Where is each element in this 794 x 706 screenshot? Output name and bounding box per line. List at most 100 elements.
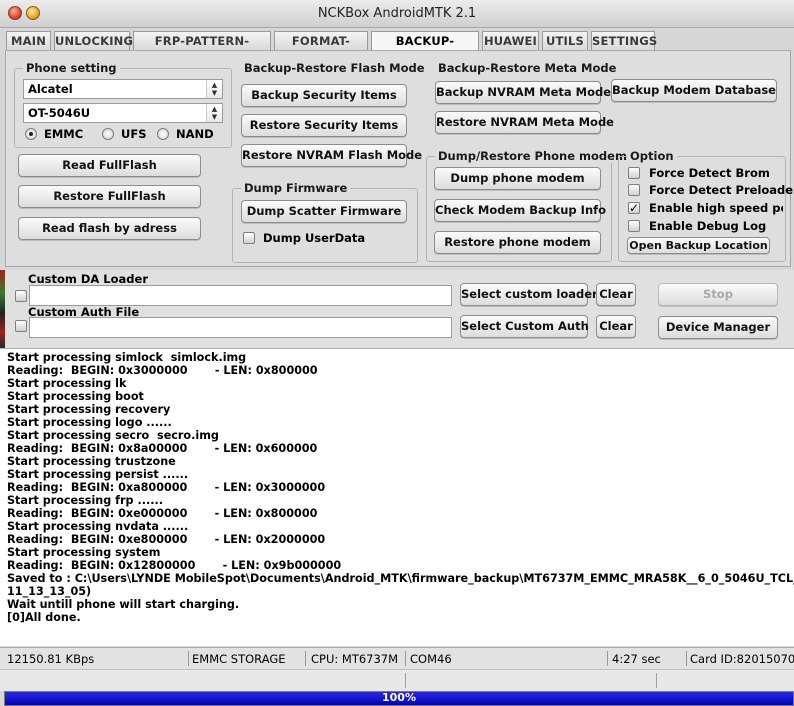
radio-nand[interactable] [157,128,169,140]
side-decoration [0,270,5,348]
dump-firmware-group: Dump Firmware Dump Scatter Firmware Dump… [232,181,418,263]
clear-auth-file-button[interactable]: Clear [596,315,636,338]
phone-modem-group: Dump/Restore Phone modem Dump phone mode… [426,149,630,262]
phone-modem-label: Dump/Restore Phone modem [435,149,630,163]
backup-nvram-meta-button[interactable]: Backup NVRAM Meta Mode [435,81,611,104]
window-title: NCKBox AndroidMTK 2.1 [317,6,477,21]
tab-huawei[interactable]: HUAWEI [482,31,539,50]
open-backup-location-button[interactable]: Open Backup Location [627,237,770,254]
status-separator [405,651,406,666]
tab-utils[interactable]: UTILS [542,31,588,50]
radio-ufs[interactable] [102,128,114,140]
check-modem-backup-info-button[interactable]: Check Modem Backup Info [434,199,606,222]
enable-high-speed-port-label: Enable high speed port [649,201,783,215]
tab-format-reset[interactable]: FORMAT-RESET [274,31,368,66]
progress-bar: 100% [4,691,794,706]
meta-mode-label: Backup-Restore Meta Mode [435,61,620,75]
log-line: Start processing simlock simlock.img [7,351,247,364]
custom-da-loader-checkbox[interactable] [15,290,27,302]
option-label: Option [627,149,677,163]
radio-nand-label: NAND [176,127,214,141]
backup-modem-database-button[interactable]: Backup Modem Database [611,79,777,102]
flash-mode-label: Backup-Restore Flash Mode [241,61,428,75]
log-line: Wait untill phone will start charging. [7,598,240,611]
meta-mode-group: Backup-Restore Meta Mode Backup NVRAM Me… [426,61,784,148]
clear-da-loader-button[interactable]: Clear [596,283,636,306]
dump-userdata-checkbox[interactable] [243,232,255,244]
log-line: Saved to : C:\Users\LYNDE MobileSpot\Doc… [7,572,794,585]
radio-ufs-label: UFS [121,127,147,141]
log-line: Start processing logo ...... [7,416,172,429]
log-output[interactable]: Start processing simlock simlock.img Read… [0,348,794,646]
elapsed-time: 4:27 sec [612,652,661,666]
title-bar: NCKBox AndroidMTK 2.1 [0,0,794,28]
status-separator [686,651,687,666]
restore-security-items-button[interactable]: Restore Security Items [241,114,407,137]
brand-select[interactable]: Alcatel ▲ ▼ [23,79,223,99]
read-flash-by-address-button[interactable]: Read flash by adress [18,217,201,240]
log-line: Start processing recovery [7,403,171,416]
restore-phone-modem-button[interactable]: Restore phone modem [434,231,601,254]
select-arrows-icon: ▲ ▼ [206,104,222,122]
restore-fullflash-button[interactable]: Restore FullFlash [18,185,201,208]
tab-frp-pattern-privacy[interactable]: FRP-PATTERN-PRIVACY [133,31,271,66]
com-port: COM46 [410,652,452,666]
force-detect-preloader-checkbox[interactable] [628,184,640,196]
log-line: Reading: BEGIN: 0xe800000 - LEN: 0x20000… [7,533,326,546]
dump-scatter-firmware-button[interactable]: Dump Scatter Firmware [241,200,407,223]
storage-type: EMMC STORAGE [192,652,286,666]
device-manager-button[interactable]: Device Manager [658,316,778,339]
tab-unlocking[interactable]: UNLOCKING [54,31,133,50]
status-separator [305,651,306,666]
model-select[interactable]: OT-5046U ▲ ▼ [23,103,223,123]
restore-nvram-meta-button[interactable]: Restore NVRAM Meta Mode [435,111,614,134]
tab-backup-restore[interactable]: BACKUP-RESTORE [371,31,479,66]
read-fullflash-button[interactable]: Read FullFlash [18,154,201,177]
restore-nvram-flash-mode-button[interactable]: Restore NVRAM Flash Mode [241,144,422,167]
select-custom-loader-button[interactable]: Select custom loader [460,283,598,306]
enable-debug-log-label: Enable Debug Log [649,219,767,233]
backup-security-items-button[interactable]: Backup Security Items [241,84,407,107]
secondary-status-bar [0,669,794,691]
select-arrows-icon: ▲ ▼ [206,80,222,98]
log-line: Reading: BEGIN: 0x12800000 - LEN: 0x9b00… [7,559,342,572]
tab-main[interactable]: MAIN [6,31,51,50]
phone-setting-group: Phone setting Alcatel ▲ ▼ OT-5046U ▲ ▼ EMM… [14,61,232,148]
enable-high-speed-port-checkbox[interactable]: ✓ [628,202,640,214]
log-line: Reading: BEGIN: 0xe000000 - LEN: 0x80000… [7,507,318,520]
backup-restore-panel: Phone setting Alcatel ▲ ▼ OT-5046U ▲ ▼ EMM… [5,50,794,267]
storage-radio-group: EMMC UFS NAND [25,127,225,143]
log-line: Start processing secro secro.img [7,429,219,442]
status-separator [188,651,189,666]
select-custom-auth-button[interactable]: Select Custom Auth [460,315,589,338]
progress-label: 100% [382,691,416,704]
dump-phone-modem-button[interactable]: Dump phone modem [434,167,601,190]
log-line: 11_13_13_05) [7,585,92,598]
force-detect-brom-checkbox[interactable] [628,167,640,179]
radio-emmc[interactable] [25,128,37,140]
force-detect-brom-label: Force Detect Brom [649,166,770,180]
radio-emmc-label: EMMC [44,127,84,141]
custom-auth-file-input[interactable] [29,317,452,338]
log-line: Start processing boot [7,390,144,403]
log-line: Start processing frp ...... [7,494,163,507]
option-group: Option Force Detect Brom Force Detect Pr… [618,149,794,262]
log-line: Start processing lk [7,377,127,390]
enable-debug-log-checkbox[interactable] [628,220,640,232]
flash-mode-group: Backup-Restore Flash Mode Backup Securit… [232,61,428,178]
custom-da-loader-input[interactable] [29,285,452,306]
custom-da-loader-label: Custom DA Loader [28,272,148,286]
tab-settings[interactable]: SETTINGS [591,31,657,50]
log-line: Reading: BEGIN: 0x3000000 - LEN: 0x80000… [7,364,318,377]
model-value: OT-5046U [28,106,91,120]
custom-auth-file-checkbox[interactable] [15,320,27,332]
stop-button[interactable]: Stop [658,283,778,306]
log-line: Reading: BEGIN: 0xa800000 - LEN: 0x30000… [7,481,326,494]
log-line: Start processing trustzone [7,455,176,468]
brand-value: Alcatel [28,82,73,96]
phone-setting-label: Phone setting [23,61,120,75]
dump-userdata-label: Dump UserData [263,231,366,245]
log-line: Start processing system [7,546,161,559]
transfer-speed: 12150.81 KBps [7,652,95,666]
log-line: [0]All done. [7,611,81,624]
